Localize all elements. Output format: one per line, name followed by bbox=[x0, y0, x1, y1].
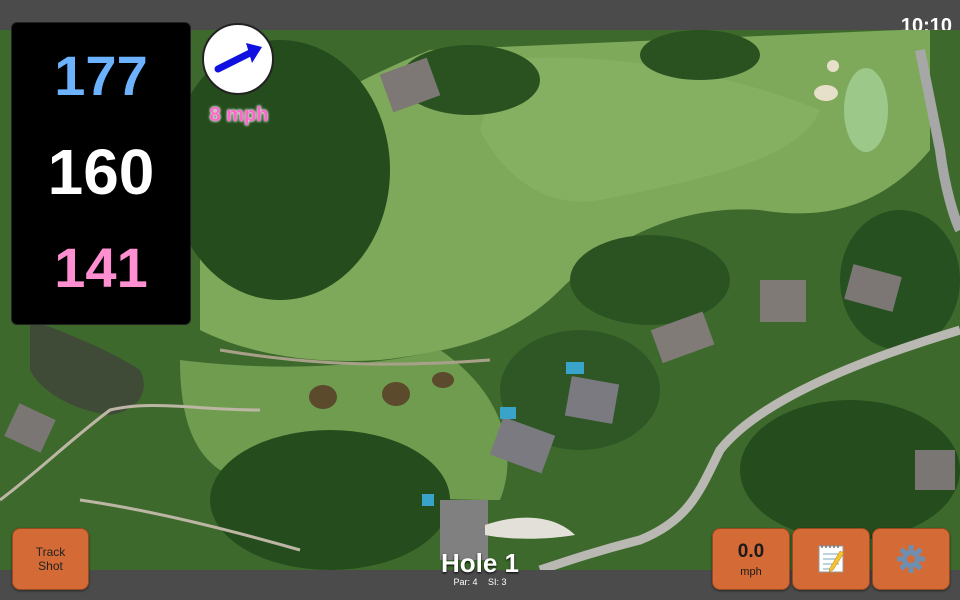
speed-unit: mph bbox=[740, 565, 762, 578]
hole-par: Par: 4 bbox=[453, 577, 478, 587]
speed-button[interactable]: 0.0 mph bbox=[712, 528, 790, 590]
wind-indicator bbox=[202, 23, 274, 95]
track-shot-button[interactable]: Track Shot bbox=[12, 528, 89, 590]
gear-icon bbox=[897, 545, 925, 573]
speed-value: 0.0 bbox=[737, 540, 765, 562]
back-distance: 177 bbox=[54, 44, 148, 107]
wind-speed: 8 mph bbox=[209, 104, 269, 126]
notes-button[interactable] bbox=[792, 528, 870, 590]
track-shot-label-line2: Shot bbox=[38, 559, 63, 573]
arrow-icon bbox=[214, 43, 262, 73]
hole-details: Par: 4 SI: 3 bbox=[380, 577, 580, 587]
center-distance: 160 bbox=[47, 136, 155, 208]
settings-button[interactable] bbox=[872, 528, 950, 590]
distance-panel: 177 160 141 bbox=[11, 22, 191, 325]
track-shot-label-line1: Track bbox=[35, 545, 66, 559]
front-distance: 141 bbox=[54, 236, 148, 299]
hole-title: Hole 1 bbox=[440, 548, 520, 578]
notepad-icon bbox=[818, 545, 845, 573]
hole-si: SI: 3 bbox=[488, 577, 507, 587]
